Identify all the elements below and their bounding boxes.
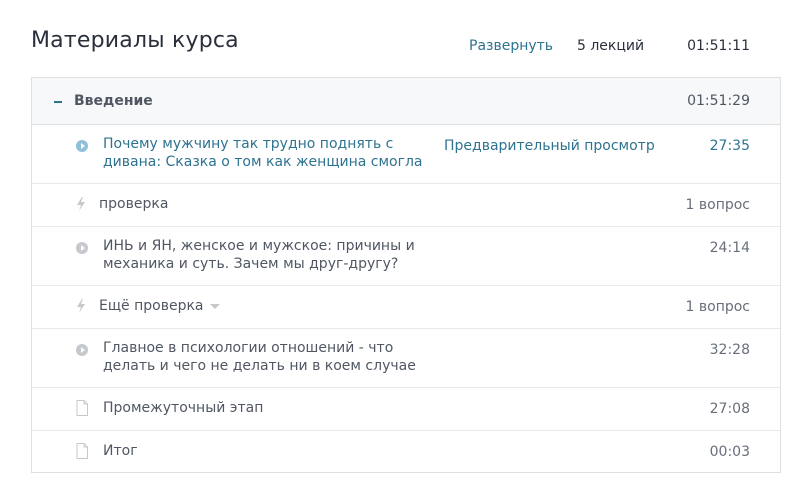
list-item[interactable]: ИНЬ и ЯН, женское и мужское: причины и м… — [32, 227, 780, 286]
bolt-icon — [77, 197, 85, 211]
page-title: Материалы курса — [31, 28, 239, 53]
lecture-duration: 00:03 — [709, 444, 750, 460]
lecture-duration: 24:14 — [709, 240, 750, 256]
lecture-title: Промежуточный этап — [103, 400, 264, 416]
play-icon — [76, 242, 88, 254]
collapse-minus-icon[interactable] — [54, 101, 62, 103]
curriculum-section: Введение 01:51:29 Почему мужчину так тру… — [31, 77, 781, 473]
lecture-title[interactable]: Почему мужчину так трудно поднять с дива… — [103, 135, 423, 171]
lecture-duration: 27:35 — [709, 138, 750, 154]
expand-all-link[interactable]: Развернуть — [469, 38, 553, 54]
document-icon — [76, 400, 88, 416]
lecture-title: ИНЬ и ЯН, женское и мужское: причины и м… — [103, 238, 415, 272]
quiz-title: проверка — [99, 196, 169, 212]
total-duration: 01:51:11 — [687, 38, 750, 54]
quiz-question-count: 1 вопрос — [685, 299, 750, 315]
section-duration: 01:51:29 — [687, 93, 750, 109]
chevron-down-icon[interactable] — [209, 303, 220, 309]
bolt-icon — [77, 299, 85, 313]
quiz-question-count: 1 вопрос — [685, 197, 750, 213]
curriculum-header: Материалы курса Развернуть 5 лекций 01:5… — [31, 0, 781, 78]
preview-link[interactable]: Предварительный просмотр — [444, 138, 655, 154]
play-icon — [76, 140, 88, 152]
list-item[interactable]: Итог 00:03 — [32, 431, 780, 474]
list-item[interactable]: Главное в психологии отношений - что дел… — [32, 329, 780, 388]
list-item[interactable]: Промежуточный этап 27:08 — [32, 388, 780, 431]
lecture-title: Итог — [103, 443, 138, 459]
lecture-duration: 27:08 — [709, 401, 750, 417]
section-title: Введение — [74, 93, 153, 109]
lecture-list: Почему мужчину так трудно поднять с дива… — [32, 125, 780, 474]
lecture-duration: 32:28 — [709, 342, 750, 358]
play-icon — [76, 344, 88, 356]
document-icon — [76, 443, 88, 459]
quiz-title: Ещё проверка — [99, 297, 419, 315]
section-header[interactable]: Введение 01:51:29 — [32, 78, 780, 125]
quiz-title-text: Ещё проверка — [99, 298, 204, 314]
list-item[interactable]: Ещё проверка 1 вопрос — [32, 286, 780, 329]
lecture-title: Главное в психологии отношений - что дел… — [103, 340, 416, 374]
list-item[interactable]: Почему мужчину так трудно поднять с дива… — [32, 125, 780, 184]
list-item[interactable]: проверка 1 вопрос — [32, 184, 780, 227]
